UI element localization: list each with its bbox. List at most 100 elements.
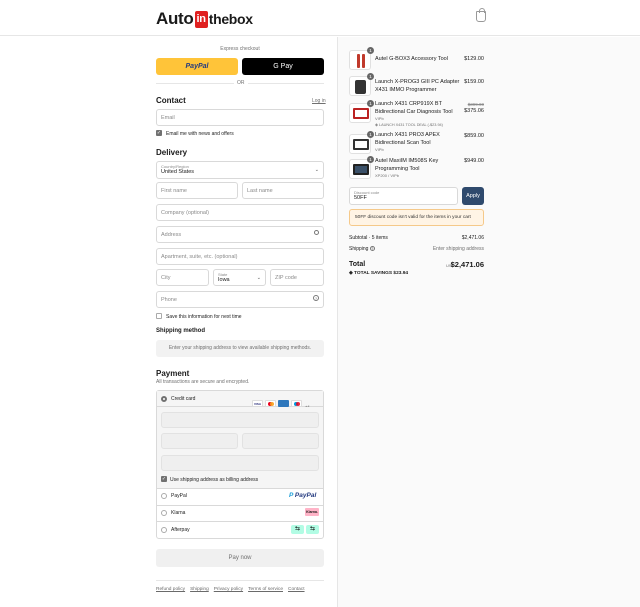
- news-checkbox[interactable]: ✓: [156, 130, 162, 136]
- klarna-logo: Klarna.: [305, 508, 319, 516]
- phone-placeholder: Phone: [161, 297, 177, 303]
- news-label: Email me with news and offers: [166, 131, 234, 137]
- billing-checkbox[interactable]: ✓: [161, 476, 167, 482]
- help-icon[interactable]: ?: [313, 295, 319, 301]
- shipping-method-heading: Shipping method: [156, 328, 205, 334]
- paypal-logo-text: PayPal: [294, 492, 317, 499]
- product-price: $949.00: [464, 158, 484, 164]
- savings-value: $23.94: [393, 271, 409, 276]
- help-icon[interactable]: ?: [369, 246, 375, 252]
- quantity-badge: 1: [367, 100, 374, 107]
- shipping-row: Shipping ?: [349, 246, 375, 252]
- paypal-express-button[interactable]: PayPal: [156, 58, 238, 75]
- delivery-heading: Delivery: [156, 148, 188, 157]
- logo-text-in: in: [194, 10, 208, 28]
- tag-icon: ◈: [349, 271, 353, 276]
- discount-error: 50FF discount code isn't valid for the i…: [349, 209, 484, 226]
- product-name: Launch X-PROG3 GIII PC Adapter X431 IMMO…: [375, 79, 460, 93]
- address-placeholder: Address: [161, 232, 182, 238]
- country-select[interactable]: Country/Region United States ⌄: [156, 161, 324, 179]
- product-price: $375.06: [464, 108, 484, 114]
- original-price: $399.00: [467, 102, 484, 107]
- product-name: Launch X431 CRP919X BT Bidirectional Car…: [375, 101, 453, 115]
- product-price: $129.00: [464, 56, 484, 62]
- product-variant: VIPb: [375, 147, 384, 152]
- terms-link[interactable]: Terms of service: [248, 587, 283, 592]
- country-value: United States: [161, 169, 195, 175]
- save-info-checkbox[interactable]: [156, 313, 162, 319]
- credit-card-radio[interactable]: [161, 396, 167, 402]
- site-header: Auto in thebox: [0, 0, 640, 36]
- klarna-label: Klarna: [171, 510, 186, 516]
- logo-text-thebox: thebox: [208, 11, 253, 27]
- express-checkout-label: Express checkout: [220, 46, 260, 52]
- privacy-policy-link[interactable]: Privacy policy: [214, 587, 243, 592]
- card-number-field[interactable]: [161, 412, 319, 428]
- chevron-down-icon: ⌄: [314, 167, 319, 173]
- quantity-badge: 1: [367, 131, 374, 138]
- klarna-radio[interactable]: [161, 510, 167, 516]
- card-cvv-field[interactable]: [242, 433, 319, 449]
- apply-button[interactable]: Apply: [462, 187, 484, 205]
- contact-link[interactable]: Contact: [288, 587, 305, 592]
- paypal-logo: PayPal: [185, 63, 209, 70]
- state-select[interactable]: State Iowa ⌄: [213, 269, 266, 286]
- google-pay-logo: G Pay: [273, 63, 293, 70]
- shopping-bag-icon[interactable]: [476, 8, 486, 22]
- tag-icon: ◈: [375, 123, 378, 127]
- divider: [157, 521, 323, 522]
- card-expiry-field[interactable]: [161, 433, 238, 449]
- email-field[interactable]: Email: [156, 109, 324, 126]
- total-savings: ◈ TOTAL SAVINGS $23.94: [349, 271, 408, 276]
- save-info-label: Save this information for next time: [166, 314, 242, 320]
- chevron-down-icon: ⌄: [256, 275, 261, 281]
- discount-code-value: 50FF: [354, 195, 367, 201]
- discount-tag: ◈ LAUNCH X431 TOOL DEAL (-$23.94): [375, 122, 443, 127]
- subtotal-value: $2,471.06: [461, 235, 484, 241]
- pay-now-button[interactable]: Pay now: [156, 549, 324, 567]
- product-variant: XP200 / VIPb: [375, 173, 400, 178]
- login-link[interactable]: Log in: [312, 98, 326, 104]
- state-value: Iowa: [218, 277, 230, 283]
- google-pay-button[interactable]: G Pay: [242, 58, 324, 75]
- product-name: Launch X431 PRO3 APEX Bidirectional Scan…: [375, 132, 440, 146]
- quantity-badge: 1: [367, 47, 374, 54]
- afterpay-logo-icon: ⇆: [306, 525, 319, 534]
- product-name: Autel MaxiIM IM508S Key Programming Tool: [375, 158, 439, 172]
- phone-field[interactable]: Phone ?: [156, 291, 324, 308]
- search-icon: [314, 230, 319, 235]
- afterpay-radio[interactable]: [161, 527, 167, 533]
- refund-policy-link[interactable]: Refund policy: [156, 587, 185, 592]
- credit-card-label: Credit card: [171, 396, 196, 402]
- savings-label: TOTAL SAVINGS: [354, 271, 393, 276]
- product-price: $159.00: [464, 79, 484, 85]
- shipping-policy-link[interactable]: Shipping: [190, 587, 209, 592]
- billing-label: Use shipping address as billing address: [170, 477, 259, 483]
- city-field[interactable]: City: [156, 269, 209, 286]
- payment-subtitle: All transactions are secure and encrypte…: [156, 379, 250, 385]
- apartment-field[interactable]: Apartment, suite, etc. (optional): [156, 248, 324, 265]
- payment-heading: Payment: [156, 369, 190, 378]
- paypal-radio[interactable]: [161, 493, 167, 499]
- company-field[interactable]: Company (optional): [156, 204, 324, 221]
- divider: [157, 488, 323, 489]
- or-separator: OR: [234, 80, 248, 86]
- total-value: $2,471.06: [450, 260, 484, 269]
- first-name-field[interactable]: First name: [156, 182, 238, 199]
- total-label: Total: [349, 261, 366, 268]
- last-name-field[interactable]: Last name: [242, 182, 324, 199]
- zip-field[interactable]: ZIP code: [270, 269, 324, 286]
- site-logo[interactable]: Auto in thebox: [156, 9, 253, 29]
- divider: [156, 580, 324, 581]
- contact-heading: Contact: [156, 96, 186, 105]
- divider: [157, 505, 323, 506]
- quantity-badge: 1: [367, 73, 374, 80]
- product-name: Autel G-BOX3 Accessory Tool: [375, 56, 448, 62]
- quantity-badge: 1: [367, 156, 374, 163]
- card-name-field[interactable]: [161, 455, 319, 471]
- shipping-method-notice: Enter your shipping address to view avai…: [156, 340, 324, 357]
- address-field[interactable]: Address: [156, 226, 324, 243]
- logo-text-auto: Auto: [156, 9, 194, 28]
- discount-code-field[interactable]: Discount code 50FF: [349, 187, 458, 205]
- afterpay-logo-icon: ⇆: [291, 525, 304, 534]
